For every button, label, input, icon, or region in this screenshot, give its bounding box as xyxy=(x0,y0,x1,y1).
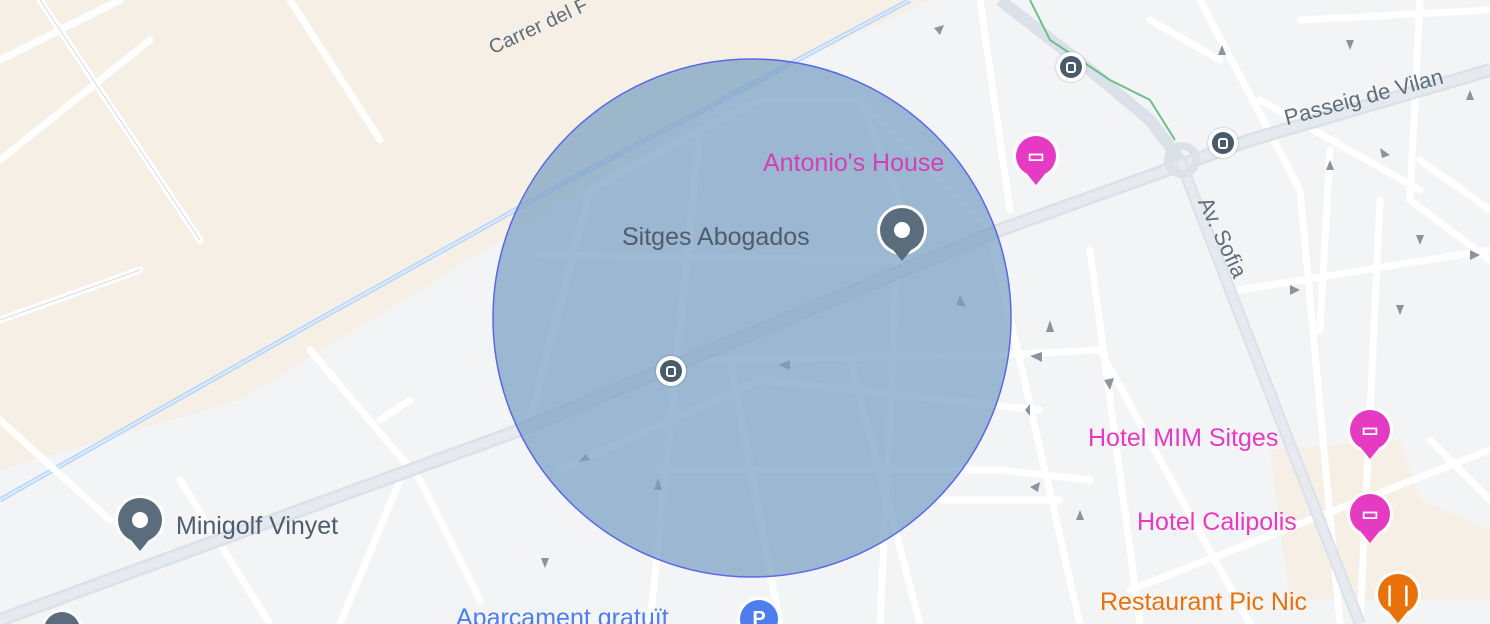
bus-stop-icon[interactable] xyxy=(656,356,686,386)
place-label-sitges-abogados[interactable]: Sitges Abogados xyxy=(622,225,810,250)
bed-icon[interactable]: ▭ xyxy=(1350,410,1390,450)
bed-icon[interactable]: ▭ xyxy=(1350,494,1390,534)
place-label-aparcament[interactable]: Aparcament gratuït xyxy=(456,606,669,624)
map-view[interactable]: Carrer del F Passeig de Vilan Av. Sofia … xyxy=(0,0,1490,624)
bus-stop-icon[interactable] xyxy=(1056,52,1086,82)
parking-glyph: P xyxy=(752,607,766,624)
bus-icon xyxy=(1212,132,1234,154)
bus-icon xyxy=(660,360,682,382)
bed-icon[interactable]: ▭ xyxy=(1016,136,1056,176)
place-label-restaurant-pic-nic[interactable]: Restaurant Pic Nic xyxy=(1100,590,1307,615)
place-label-minigolf-vinyet[interactable]: Minigolf Vinyet xyxy=(176,514,338,539)
bus-icon xyxy=(1060,56,1082,78)
place-pin-icon[interactable] xyxy=(118,498,162,542)
place-label-antonios-house[interactable]: Antonio's House xyxy=(763,151,944,176)
place-pin-icon[interactable] xyxy=(880,208,924,252)
fork-knife-icon[interactable]: ❘❘ xyxy=(1378,574,1418,614)
place-label-hotel-calipolis[interactable]: Hotel Calipolis xyxy=(1137,510,1297,535)
bus-stop-icon[interactable] xyxy=(1208,128,1238,158)
search-radius-circle xyxy=(492,58,1012,578)
place-label-hotel-mim-sitges[interactable]: Hotel MIM Sitges xyxy=(1088,426,1278,451)
